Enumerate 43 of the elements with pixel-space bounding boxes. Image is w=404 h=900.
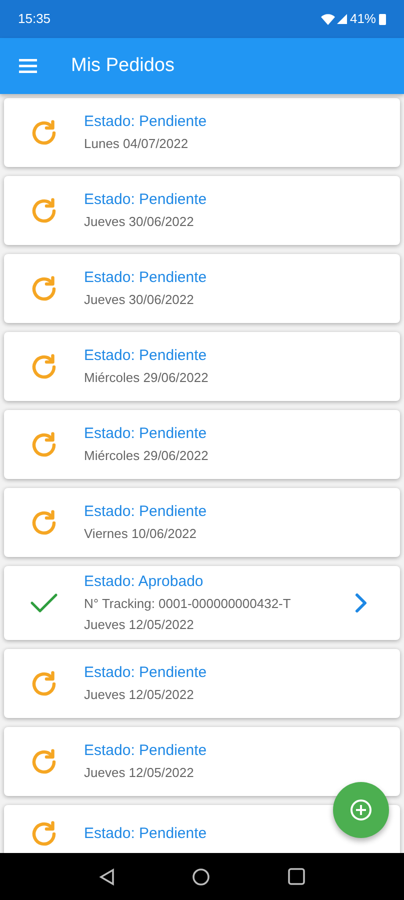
order-card[interactable]: Estado: Pendiente Jueves 12/05/2022 [4, 727, 400, 796]
status-time: 15:35 [18, 10, 51, 28]
order-card[interactable]: Estado: Pendiente Viernes 10/06/2022 [4, 488, 400, 557]
order-status: Estado: Pendiente [84, 741, 208, 761]
battery-level: 41% [350, 10, 376, 28]
order-status: Estado: Pendiente [84, 112, 208, 132]
order-date: Miércoles 29/06/2022 [84, 369, 210, 387]
order-card[interactable]: Estado: Pendiente Jueves 30/06/2022 [4, 176, 400, 245]
order-date: Lunes 04/07/2022 [84, 135, 190, 153]
app-title: Mis Pedidos [71, 54, 174, 78]
order-date: Viernes 10/06/2022 [84, 525, 198, 543]
order-date: Jueves 12/05/2022 [84, 764, 195, 782]
order-status: Estado: Pendiente [84, 663, 208, 683]
order-status: Estado: Pendiente [84, 424, 208, 444]
order-status: Estado: Pendiente [84, 268, 208, 288]
order-card[interactable]: Estado: Pendiente Jueves 30/06/2022 [4, 254, 400, 323]
recents-icon[interactable] [288, 868, 306, 885]
order-card[interactable]: Estado: Pendiente Miércoles 29/06/2022 [4, 332, 400, 401]
order-card[interactable]: Estado: Pendiente Miércoles 29/06/2022 [4, 410, 400, 479]
signal-icon [336, 14, 347, 24]
plus-circle-icon [350, 799, 372, 821]
order-status: Estado: Pendiente [84, 346, 208, 366]
order-date: Miércoles 29/06/2022 [84, 447, 210, 465]
order-card[interactable]: Estado: Aprobado N° Tracking: 0001-000000000432-T Jueves 12/05/2022 [4, 566, 400, 640]
order-card[interactable]: Estado: Pendiente Lunes 04/07/2022 [4, 98, 400, 167]
order-date: Jueves 30/06/2022 [84, 213, 195, 231]
chevron-right-icon[interactable] [354, 592, 368, 614]
order-card[interactable]: Estado: Pendiente Jueves 12/05/2022 [4, 649, 400, 718]
order-date: Jueves 12/05/2022 [84, 616, 195, 634]
order-status: Estado: Pendiente [84, 190, 208, 210]
order-card[interactable]: Estado: Pendiente [4, 805, 400, 853]
order-status: Estado: Pendiente [84, 824, 208, 844]
order-status: Estado: Aprobado [84, 572, 204, 592]
order-status: Estado: Pendiente [84, 502, 208, 522]
home-icon[interactable] [192, 868, 210, 886]
tracking-number: N° Tracking: 0001-000000000432-T [84, 595, 292, 613]
back-icon[interactable] [98, 868, 115, 886]
order-date: Jueves 12/05/2022 [84, 686, 195, 704]
menu-icon[interactable] [19, 59, 37, 73]
wifi-icon [320, 13, 335, 25]
battery-icon [379, 13, 386, 25]
check-icon [29, 591, 59, 615]
order-date: Jueves 30/06/2022 [84, 291, 195, 309]
